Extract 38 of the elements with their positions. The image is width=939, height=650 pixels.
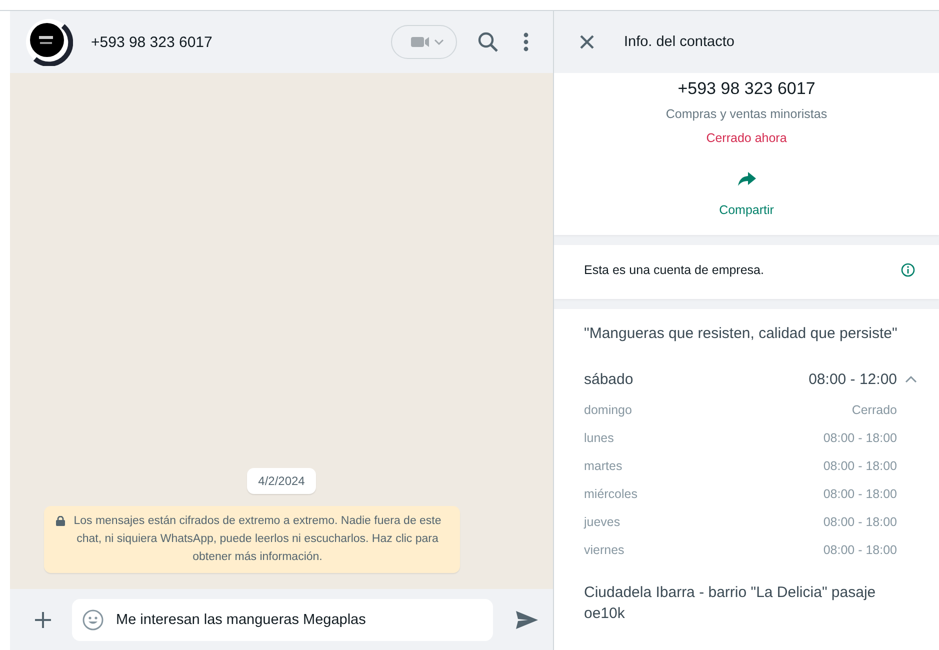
day-label: lunes [584,431,614,445]
date-chip: 4/2/2024 [247,468,316,494]
search-icon[interactable] [477,31,499,53]
plus-icon[interactable] [34,611,52,629]
day-label: sábado [584,370,634,388]
business-note: Esta es una cuenta de empresa. [584,263,764,277]
open-status: Cerrado ahora [706,131,787,145]
business-address: Ciudadela Ibarra - barrio "La Delicia" pasaje oe10k [584,583,877,624]
day-label: martes [584,459,622,473]
info-icon[interactable] [901,263,915,277]
panel-title: Info. del contacto [624,34,734,50]
day-label: domingo [584,403,632,417]
hours-value: 08:00 - 18:00 [823,431,897,445]
share-icon [736,171,756,187]
send-icon[interactable] [515,610,539,630]
lock-icon [56,516,64,526]
business-category: Compras y ventas minoristas [666,107,828,121]
hours-value: 08:00 - 12:00 [808,370,897,388]
hours-value: 08:00 - 18:00 [823,543,897,557]
business-description: "Mangueras que resisten, calidad que persiste" [584,325,898,342]
avatar[interactable] [25,18,73,66]
emoji-icon[interactable] [82,609,104,631]
contact-name[interactable]: +593 98 323 6017 [91,34,212,50]
hours-value: Cerrado [852,403,897,417]
hours-value: 08:00 - 18:00 [823,459,897,473]
share-button[interactable]: Compartir [719,171,774,217]
message-field[interactable]: Me interesan las mangueras Megaplas [72,599,493,641]
notice-text: Los mensajes están cifrados de extremo a extremo. Nadie fuera de este chat, ni siquiera WhatsApp, puede leerlos ni escucharlos. Haz clic para obtener más información. [72,514,442,565]
day-label: viernes [584,543,624,557]
day-label: jueves [584,515,620,529]
encryption-notice[interactable]: Los mensajes están cifrados de extremo a extremo. Nadie fuera de este chat, ni siquiera WhatsApp, puede leerlos ni escucharlos. Haz clic para obtener más información. [44,506,460,573]
close-icon[interactable] [580,35,594,49]
hours-value: 08:00 - 18:00 [823,515,897,529]
menu-icon[interactable] [523,32,529,52]
hours-value: 08:00 - 18:00 [823,487,897,501]
chevron-icon[interactable] [905,375,917,383]
phone-number: +593 98 323 6017 [678,79,816,99]
day-label: miércoles [584,487,638,501]
